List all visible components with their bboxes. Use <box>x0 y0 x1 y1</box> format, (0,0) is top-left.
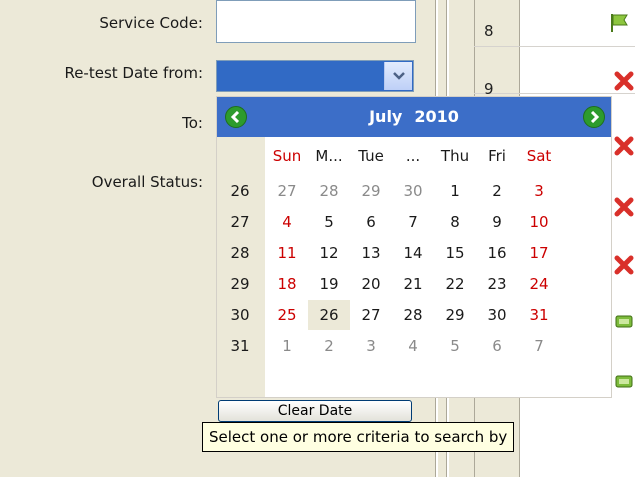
calendar-day[interactable]: 28 <box>308 176 350 206</box>
calendar-day[interactable]: 29 <box>350 176 392 206</box>
calendar-day[interactable]: 14 <box>392 238 434 268</box>
red-x-icon <box>614 255 634 275</box>
calendar-day[interactable]: 24 <box>518 269 560 299</box>
day-name-fri: Fri <box>488 147 506 165</box>
right-arrow-icon <box>590 111 600 123</box>
next-month-button[interactable] <box>583 106 605 128</box>
combo-dropdown-button[interactable] <box>384 62 412 90</box>
week-number: 27 <box>230 213 250 231</box>
calendar-day[interactable]: 5 <box>308 207 350 237</box>
red-x-icon <box>614 71 634 91</box>
calendar-day[interactable]: 3 <box>518 176 560 206</box>
calendar-day[interactable]: 27 <box>266 176 308 206</box>
prev-month-button[interactable] <box>225 106 247 128</box>
calendar-day[interactable]: 20 <box>350 269 392 299</box>
calendar-day[interactable]: 30 <box>476 300 518 330</box>
chevron-down-icon <box>392 72 405 80</box>
week-number: 26 <box>230 182 250 200</box>
calendar-day[interactable]: 6 <box>476 331 518 361</box>
week-number: 29 <box>230 275 250 293</box>
retest-date-from-label: Re-test Date from: <box>64 64 203 82</box>
calendar-day[interactable]: 30 <box>392 176 434 206</box>
day-name-mon: M... <box>315 147 343 165</box>
retest-date-from-combo[interactable] <box>216 60 414 92</box>
calendar-day[interactable]: 18 <box>266 269 308 299</box>
calendar-day[interactable]: 16 <box>476 238 518 268</box>
calendar-day[interactable]: 7 <box>518 331 560 361</box>
calendar-day[interactable]: 10 <box>518 207 560 237</box>
calendar-day[interactable]: 25 <box>266 300 308 330</box>
day-name-wed: ... <box>405 147 421 165</box>
overall-status-label: Overall Status: <box>91 173 203 191</box>
calendar-day[interactable]: 4 <box>392 331 434 361</box>
calendar-day[interactable]: 8 <box>434 207 476 237</box>
day-name-tue: Tue <box>358 147 384 165</box>
calendar-day[interactable]: 7 <box>392 207 434 237</box>
calendar-day[interactable]: 26 <box>308 300 350 330</box>
service-code-label: Service Code: <box>99 14 203 32</box>
grid-row-divider <box>474 93 635 94</box>
calendar-day[interactable]: 27 <box>350 300 392 330</box>
calendar-day[interactable]: 11 <box>266 238 308 268</box>
to-label: To: <box>182 114 203 132</box>
calendar-day[interactable]: 9 <box>476 207 518 237</box>
grid-row-divider <box>474 46 635 47</box>
calendar-day[interactable]: 12 <box>308 238 350 268</box>
calendar-day[interactable]: 17 <box>518 238 560 268</box>
green-gear-icon <box>615 375 633 388</box>
left-arrow-icon <box>230 111 240 123</box>
calendar-day[interactable]: 6 <box>350 207 392 237</box>
calendar-day[interactable]: 1 <box>434 176 476 206</box>
tooltip: Select one or more criteria to search by <box>202 422 515 452</box>
calendar-day[interactable]: 21 <box>392 269 434 299</box>
calendar-day[interactable]: 22 <box>434 269 476 299</box>
service-code-input[interactable] <box>216 0 416 43</box>
calendar-day[interactable]: 2 <box>476 176 518 206</box>
week-number-column <box>217 137 265 397</box>
week-number: 30 <box>230 306 250 324</box>
calendar-day[interactable]: 29 <box>434 300 476 330</box>
red-x-icon <box>614 197 634 217</box>
calendar-day[interactable]: 19 <box>308 269 350 299</box>
calendar-popup: July 2010 Sun M... Tue ... Thu Fri Sat 26… <box>216 96 612 398</box>
green-gear-icon <box>615 315 633 328</box>
calendar-day[interactable]: 3 <box>350 331 392 361</box>
week-number: 31 <box>230 337 250 355</box>
calendar-day[interactable]: 5 <box>434 331 476 361</box>
day-name-sat: Sat <box>526 147 552 165</box>
day-name-thu: Thu <box>440 147 470 165</box>
calendar-month-year: July 2010 <box>217 97 611 137</box>
calendar-day[interactable]: 13 <box>350 238 392 268</box>
calendar-day[interactable]: 2 <box>308 331 350 361</box>
green-flag-icon <box>611 14 628 32</box>
calendar-day[interactable]: 31 <box>518 300 560 330</box>
calendar-day[interactable]: 1 <box>266 331 308 361</box>
calendar-day[interactable]: 28 <box>392 300 434 330</box>
calendar-day[interactable]: 15 <box>434 238 476 268</box>
day-name-sun: Sun <box>272 147 302 165</box>
clear-date-button[interactable]: Clear Date <box>218 400 412 422</box>
red-x-icon <box>614 136 634 156</box>
calendar-day[interactable]: 4 <box>266 207 308 237</box>
calendar-month[interactable]: July <box>369 107 402 126</box>
week-number: 28 <box>230 244 250 262</box>
grid-row-number: 8 <box>484 22 494 40</box>
calendar-day[interactable]: 23 <box>476 269 518 299</box>
calendar-year[interactable]: 2010 <box>414 107 459 126</box>
